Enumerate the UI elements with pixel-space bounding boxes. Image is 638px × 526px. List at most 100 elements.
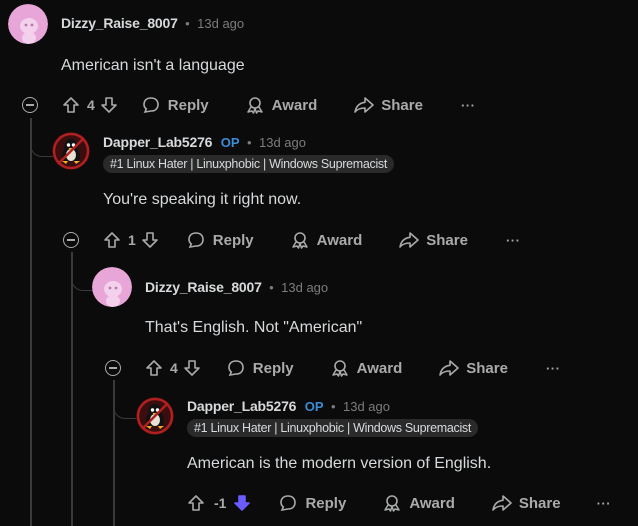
separator: • (330, 399, 336, 414)
upvote-button[interactable] (186, 493, 206, 513)
share-arrow-icon (492, 495, 512, 511)
avatar[interactable] (52, 132, 90, 170)
snoo-avatar-icon (92, 267, 132, 307)
thread-line-2 (71, 252, 73, 526)
award-ribbon-icon (246, 97, 263, 114)
share-arrow-icon (354, 97, 375, 113)
reply-label: Reply (305, 494, 347, 512)
separator: • (269, 280, 274, 295)
share-label: Share (381, 96, 423, 114)
comment-actions: 4 Reply Award Share ··· (144, 355, 560, 381)
reply-label: Reply (212, 231, 254, 249)
award-label: Award (356, 359, 403, 377)
comment-header: Dapper_Lab5276 OP • 13d ago (103, 134, 306, 152)
username[interactable]: Dapper_Lab5276 (103, 134, 212, 150)
separator: • (185, 16, 190, 31)
minus-circle-icon[interactable] (22, 97, 38, 113)
share-button[interactable]: Share (438, 358, 508, 378)
more-options-button[interactable]: ··· (597, 496, 612, 511)
speech-bubble-icon (227, 360, 244, 377)
award-button[interactable]: Award (330, 358, 403, 378)
separator: • (246, 135, 252, 150)
arrow-down-outline-icon (141, 232, 158, 248)
comment-actions: 1 Reply Award Share ··· (102, 227, 520, 253)
share-label: Share (466, 359, 508, 377)
downvote-button[interactable] (232, 493, 252, 513)
tux-penguin-avatar-icon (136, 397, 174, 435)
comment-actions: 4 Reply Award Share ··· (61, 92, 475, 118)
comment-header: Dapper_Lab5276 OP • 13d ago (187, 398, 390, 416)
award-button[interactable]: Award (245, 95, 318, 115)
award-ribbon-icon (331, 360, 348, 377)
username[interactable]: Dapper_Lab5276 (187, 398, 296, 414)
comment-header: Dizzy_Raise_8007 • 13d ago (61, 15, 244, 33)
timestamp[interactable]: 13d ago (197, 16, 244, 31)
avatar[interactable] (136, 397, 174, 435)
comment-body: That's English. Not "American" (145, 319, 363, 336)
user-flair: #1 Linux Hater | Linuxphobic | Windows S… (103, 155, 395, 173)
thread-line-1 (30, 118, 32, 526)
avatar[interactable] (92, 267, 132, 307)
comment-body: American isn't a language (61, 57, 245, 74)
arrow-down-outline-icon (100, 97, 117, 113)
minus-circle-icon[interactable] (105, 360, 121, 376)
award-button[interactable]: Award (382, 493, 455, 513)
arrow-up-outline-icon (146, 360, 162, 376)
share-button[interactable]: Share (353, 95, 423, 115)
user-flair: #1 Linux Hater | Linuxphobic | Windows S… (187, 419, 479, 437)
award-button[interactable]: Award (290, 230, 363, 250)
downvote-button[interactable] (182, 358, 202, 378)
timestamp[interactable]: 13d ago (259, 135, 306, 150)
comment-body: American is the modern version of Englis… (187, 455, 492, 472)
reply-button[interactable]: Reply (186, 230, 254, 250)
reply-button[interactable]: Reply (226, 358, 294, 378)
share-label: Share (426, 231, 468, 249)
op-badge: OP (304, 399, 324, 414)
share-label: Share (518, 494, 561, 512)
snoo-avatar-icon (8, 4, 48, 44)
award-ribbon-icon (291, 232, 308, 249)
minus-circle-icon[interactable] (63, 232, 79, 248)
tux-penguin-avatar-icon (52, 132, 90, 170)
avatar[interactable] (8, 4, 48, 44)
more-options-button[interactable]: ··· (546, 361, 561, 376)
more-options-button[interactable]: ··· (506, 233, 521, 248)
timestamp[interactable]: 13d ago (281, 280, 328, 295)
vote-count: -1 (214, 495, 227, 511)
share-button[interactable]: Share (491, 493, 561, 513)
downvote-button[interactable] (140, 230, 160, 250)
award-label: Award (271, 96, 318, 114)
comment-header: Dizzy_Raise_8007 • 13d ago (145, 279, 328, 297)
upvote-button[interactable] (102, 230, 122, 250)
downvote-button[interactable] (99, 95, 119, 115)
upvote-button[interactable] (61, 95, 81, 115)
more-options-button[interactable]: ··· (461, 98, 476, 113)
award-ribbon-icon (384, 495, 401, 512)
comment-actions: -1 Reply Award Share ··· (186, 490, 611, 516)
arrow-up-outline-icon (63, 97, 79, 113)
arrow-down-filled-icon (234, 495, 251, 511)
username[interactable]: Dizzy_Raise_8007 (145, 279, 262, 295)
share-arrow-icon (439, 360, 460, 376)
award-label: Award (409, 494, 455, 512)
share-arrow-icon (399, 232, 420, 248)
share-button[interactable]: Share (398, 230, 468, 250)
vote-count: 4 (87, 97, 95, 113)
reply-button[interactable]: Reply (278, 493, 346, 513)
reply-label: Reply (167, 96, 209, 114)
comment-body: You're speaking it right now. (103, 191, 302, 208)
upvote-button[interactable] (144, 358, 164, 378)
speech-bubble-icon (280, 495, 297, 512)
speech-bubble-icon (142, 97, 159, 114)
speech-bubble-icon (187, 232, 204, 249)
reply-button[interactable]: Reply (141, 95, 209, 115)
arrow-up-outline-icon (104, 232, 120, 248)
vote-count: 1 (128, 232, 136, 248)
vote-count: 4 (170, 360, 178, 376)
arrow-down-outline-icon (183, 360, 200, 376)
arrow-up-outline-icon (188, 495, 204, 511)
award-label: Award (316, 231, 363, 249)
username[interactable]: Dizzy_Raise_8007 (61, 15, 178, 31)
timestamp[interactable]: 13d ago (343, 399, 390, 414)
op-badge: OP (220, 135, 240, 150)
